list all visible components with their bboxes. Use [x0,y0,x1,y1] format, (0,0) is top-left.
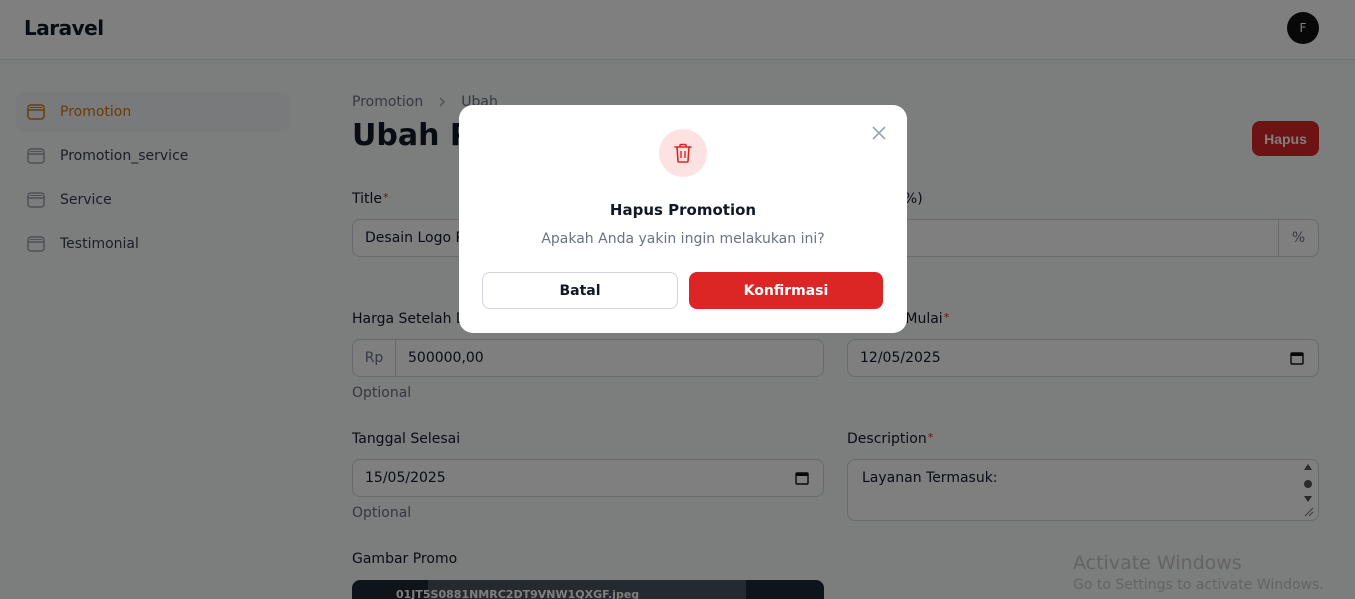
modal-description: Apakah Anda yakin ingin melakukan ini? [541,231,825,247]
delete-confirm-modal: Hapus Promotion Apakah Anda yakin ingin … [459,105,907,333]
modal-title: Hapus Promotion [609,201,757,219]
close-icon[interactable] [869,123,889,143]
modal-icon-badge [659,129,707,177]
cancel-button[interactable]: Batal [482,272,678,309]
confirm-button[interactable]: Konfirmasi [689,272,883,309]
trash-icon [674,143,692,163]
